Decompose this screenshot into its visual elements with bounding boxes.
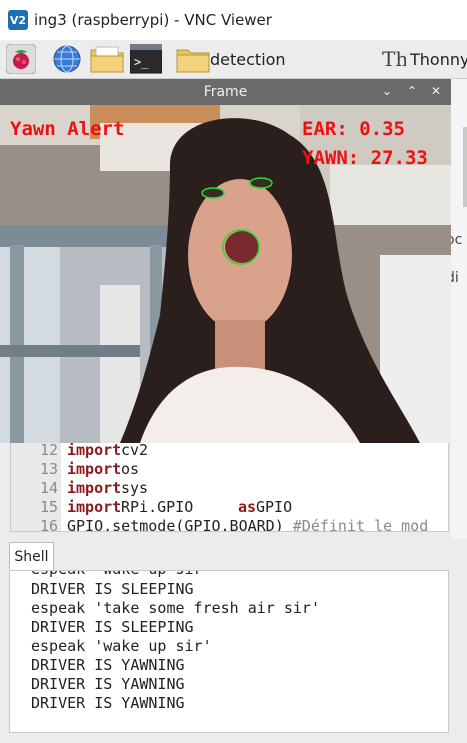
line-number: 12 — [39, 443, 58, 459]
keyword: import — [67, 479, 122, 497]
line-number: 13 — [39, 460, 58, 478]
thonny-button[interactable]: Th Thonny — [382, 44, 467, 74]
terminal-prompt: >_ — [134, 55, 149, 69]
shell-line: espeak 'wake up sir' — [31, 637, 212, 655]
shell-output[interactable]: espeak 'wake up sir' DRIVER IS SLEEPING … — [9, 570, 449, 733]
yawn-alert-label: Yawn Alert — [10, 118, 125, 140]
thonny-label: Thonny — [410, 49, 467, 69]
code-editor[interactable]: 12 import cv2 13 import os 14 import sys… — [10, 443, 449, 532]
terminal-button[interactable]: >_ — [130, 44, 162, 74]
line-number: 16 — [39, 517, 58, 532]
code-text: cv2 — [121, 443, 149, 459]
line-number: 14 — [39, 479, 58, 497]
terminal-icon: >_ — [130, 44, 162, 74]
frame-window: Frame ⌄ ⌃ ✕ Yawn Alert EAR: 0.35 YAWN: 2… — [0, 79, 451, 443]
folder-detection-button[interactable]: detection — [176, 44, 286, 74]
folder-detection-label: detection — [210, 49, 286, 69]
code-text: RPi.GPIO — [121, 498, 194, 516]
minimize-button[interactable]: ⌄ — [378, 82, 396, 100]
window-title: ing3 (raspberrypi) - VNC Viewer — [34, 11, 272, 29]
folder-icon — [176, 49, 210, 73]
keyword: import — [67, 498, 122, 516]
file-manager-icon — [90, 46, 124, 73]
code-statement: GPIO.setmode(GPIO.BOARD) — [67, 517, 293, 532]
ear-readout: EAR: 0.35 — [302, 118, 405, 140]
shell-line: espeak 'wake up sir' — [31, 571, 212, 578]
raspberry-menu-icon — [6, 44, 36, 74]
taskbar: >_ detection Th Thonny — [0, 40, 467, 79]
frame-titlebar[interactable]: Frame ⌄ ⌃ ✕ — [0, 79, 451, 105]
raspberry-menu-button[interactable] — [6, 44, 36, 74]
keyword: import — [67, 460, 122, 478]
file-manager-button[interactable] — [90, 44, 124, 74]
keyword: as — [238, 498, 257, 516]
maximize-button[interactable]: ⌃ — [403, 82, 421, 100]
code-text: sys — [121, 479, 149, 497]
shell-line: DRIVER IS YAWNING — [31, 675, 185, 693]
keyword: import — [67, 443, 122, 459]
yawn-readout: YAWN: 27.33 — [302, 147, 428, 169]
vnc-titlebar: V2 ing3 (raspberrypi) - VNC Viewer — [0, 0, 467, 40]
line-number: 15 — [39, 498, 58, 516]
code-text: GPIO — [256, 498, 293, 516]
web-browser-button[interactable] — [52, 44, 82, 74]
shell-line: DRIVER IS YAWNING — [31, 694, 185, 712]
web-browser-icon — [53, 45, 81, 73]
shell-line: espeak 'take some fresh air sir' — [31, 599, 320, 617]
code-line: 13 import os — [11, 460, 448, 479]
close-button[interactable]: ✕ — [427, 82, 445, 100]
vertical-scrollbar[interactable] — [463, 127, 467, 207]
vnc-logo-icon: V2 — [8, 10, 28, 30]
camera-feed: Yawn Alert EAR: 0.35 YAWN: 27.33 — [0, 105, 451, 443]
editor-right-edge — [451, 79, 467, 539]
code-line: 16 GPIO.setmode(GPIO.BOARD) #Définit le … — [11, 517, 448, 532]
code-line: 12 import cv2 — [11, 443, 448, 460]
svg-text:Th: Th — [382, 47, 406, 71]
code-line: 15 import RPi.GPIO as GPIO — [11, 498, 448, 517]
shell-line: DRIVER IS SLEEPING — [31, 618, 194, 636]
code-text: os — [121, 460, 140, 478]
thonny-icon: Th — [382, 47, 406, 71]
code-line: 14 import sys — [11, 479, 448, 498]
code-text: GPIO.setmode(GPIO.BOARD) #Définit le mod — [67, 517, 429, 532]
tab-shell[interactable]: Shell — [9, 542, 54, 571]
code-comment: #Définit le mod — [292, 517, 429, 532]
shell-line: DRIVER IS YAWNING — [31, 656, 185, 674]
shell-line: DRIVER IS SLEEPING — [31, 580, 194, 598]
